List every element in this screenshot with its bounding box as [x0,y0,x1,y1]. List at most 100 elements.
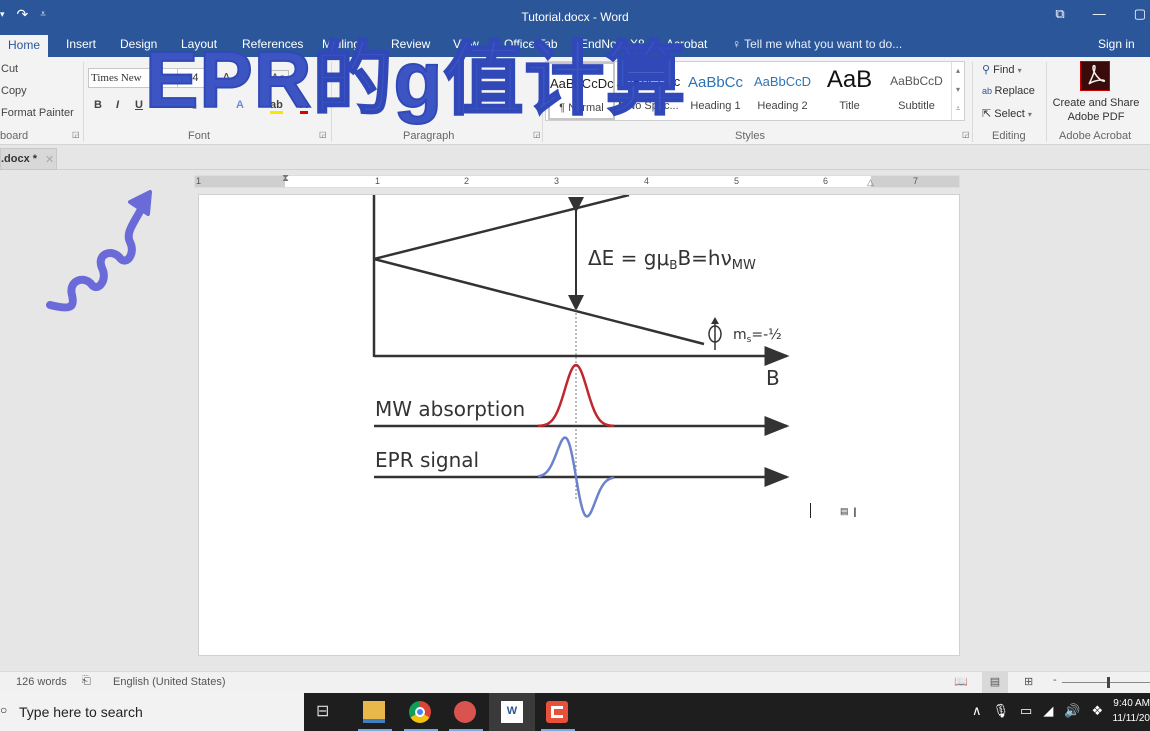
document-tab-bar: .docx * ✕ [0,146,1150,170]
editing-group-label: Editing [992,130,1026,142]
ruler-number: 5 [734,176,740,186]
read-mode-icon[interactable]: 📖 [954,675,968,688]
dropbox-icon[interactable]: ❖ [1092,703,1104,719]
style-name: Heading 1 [690,100,741,112]
microphone-icon[interactable]: 🎙 [993,703,1010,719]
search-circle-icon: ○ [0,703,8,717]
ruler-number: 3 [554,176,560,186]
indent-marker-icon[interactable]: ⧗ [282,173,289,184]
cut-button[interactable]: Cut [1,63,18,75]
ibeam-cursor-icon: I [853,504,857,520]
paragraph-group-label: Paragraph [403,130,455,142]
paste-options-icon[interactable]: ▤ [840,506,849,517]
ruler-number: 4 [644,176,650,186]
taskbar: ○ Type here to search ⊟ W ∧ 🎙 ▭ ◢ 🔊 ❖ 9:… [0,693,1150,731]
zoom-slider[interactable] [1062,682,1150,683]
epr-figure: ΔE = gμBB=hνMW ms=-½ B MW absorption EPR… [372,195,790,518]
replace-icon: ab [982,86,995,96]
styles-group-label: Styles [735,130,765,142]
chevron-down-icon: ▾ [1017,66,1022,75]
tab-home[interactable]: Home [0,35,49,57]
clipboard-group-label: board [0,130,29,142]
document-page[interactable]: ΔE = gμBB=hνMW ms=-½ B MW absorption EPR… [198,194,960,656]
style-subtitle[interactable]: AaBbCcD Subtitle [883,62,950,120]
sign-in-link[interactable]: Sign in [1098,37,1135,51]
styles-launcher-icon[interactable]: ◲ [962,130,970,139]
tell-me-text: Tell me what you want to do... [744,37,903,51]
search-placeholder: Type here to search [19,704,143,720]
proofing-icon[interactable]: ⎗ [82,675,91,688]
camtasia-icon[interactable] [546,701,568,723]
chevron-down-icon: ▾ [1027,110,1032,119]
ms-label: ms=-½ [733,327,782,345]
ruler-number: 1 [196,176,202,186]
window-title: Tutorial.docx - Word [521,10,629,24]
clipboard-launcher-icon[interactable]: ◲ [72,130,80,139]
select-button[interactable]: ⇱ Select ▾ [982,107,1032,120]
style-heading-2[interactable]: AaBbCcD Heading 2 [749,62,816,120]
style-name: Subtitle [898,100,935,112]
right-indent-marker-icon[interactable]: △ [867,177,874,188]
maximize-button[interactable]: ▢ [1134,6,1146,22]
volume-icon[interactable]: 🔊 [1064,703,1080,719]
word-icon: W [501,701,523,723]
scroll-up-icon[interactable]: ▴ [952,62,964,81]
style-name: Title [839,100,860,112]
b-axis-label: B [766,366,780,390]
format-painter-button[interactable]: Format Painter [1,107,74,119]
taskbar-search[interactable]: ○ Type here to search [0,693,304,731]
minimize-button[interactable]: — [1093,6,1106,22]
bold-button[interactable]: B [94,99,102,111]
document-tab[interactable]: .docx * ✕ [0,148,57,170]
style-heading-1[interactable]: AaBbCc Heading 1 [682,62,749,120]
chrome-icon[interactable] [409,701,431,723]
system-tray: ∧ 🎙 ▭ ◢ 🔊 ❖ [972,703,1103,719]
file-explorer-icon[interactable] [363,701,385,723]
zoom-out-button[interactable]: - [1053,674,1057,686]
replace-label: Replace [994,85,1035,97]
acrobat-group-label: Adobe Acrobat [1059,130,1132,142]
horizontal-ruler[interactable]: 1 1 2 3 4 5 6 7 ⧗ △ [194,173,960,188]
pdf-reader-icon[interactable] [454,701,476,723]
style-preview: AaBbCc [687,74,744,91]
style-name: Heading 2 [757,100,808,112]
styles-scrollbar[interactable]: ▴ ▾ ⩡ [951,62,964,120]
find-button[interactable]: ⚲ Find ▾ [982,63,1022,76]
word-taskbar-button[interactable]: W [489,693,535,731]
word-count[interactable]: 126 words [16,676,67,688]
zoom-slider-thumb[interactable] [1107,677,1110,688]
replace-button[interactable]: ab Replace [982,85,1035,97]
divider [83,62,84,142]
tell-me-box[interactable]: ♀ Tell me what you want to do... [732,37,902,51]
clock-date: 11/11/20 [1112,713,1150,724]
paragraph-launcher-icon[interactable]: ◲ [533,130,541,139]
task-view-icon[interactable]: ⊟ [316,701,338,723]
italic-button[interactable]: I [116,99,119,111]
ribbon-display-options-icon[interactable]: ⧉ [1055,6,1064,22]
title-bar: ▾ ↷ ⩡ Tutorial.docx - Word ⧉ — ▢ [0,0,1150,33]
font-launcher-icon[interactable]: ◲ [319,130,327,139]
create-share-pdf-button[interactable]: Create and Share Adobe PDF [1050,96,1142,124]
style-title[interactable]: AaB Title [816,62,883,120]
clock[interactable]: 9:40 AM 11/11/20 [1108,696,1150,726]
lower-energy-level [373,257,705,346]
ruler-margin-left [195,176,285,187]
tab-insert[interactable]: Insert [66,37,96,51]
epr-signal-label: EPR signal [375,448,479,472]
squiggle-arrow-icon [46,190,152,312]
close-icon[interactable]: ✕ [45,153,54,166]
show-hidden-icons-icon[interactable]: ∧ [972,703,982,719]
battery-icon[interactable]: ▭ [1020,703,1032,719]
style-preview: AaBbCcD [753,74,812,89]
adobe-pdf-icon[interactable] [1080,61,1110,91]
underline-button[interactable]: U [135,99,143,111]
scroll-down-icon[interactable]: ▾ [952,81,964,100]
language-status[interactable]: English (United States) [113,676,226,688]
more-styles-icon[interactable]: ⩡ [952,100,964,119]
copy-button[interactable]: Copy [1,85,27,97]
wifi-icon[interactable]: ◢ [1043,703,1053,719]
web-layout-icon[interactable]: ⊞ [1024,675,1033,688]
print-layout-icon[interactable]: ▤ [982,672,1008,693]
document-tab-label: .docx * [1,153,38,165]
find-label: Find [993,64,1015,76]
